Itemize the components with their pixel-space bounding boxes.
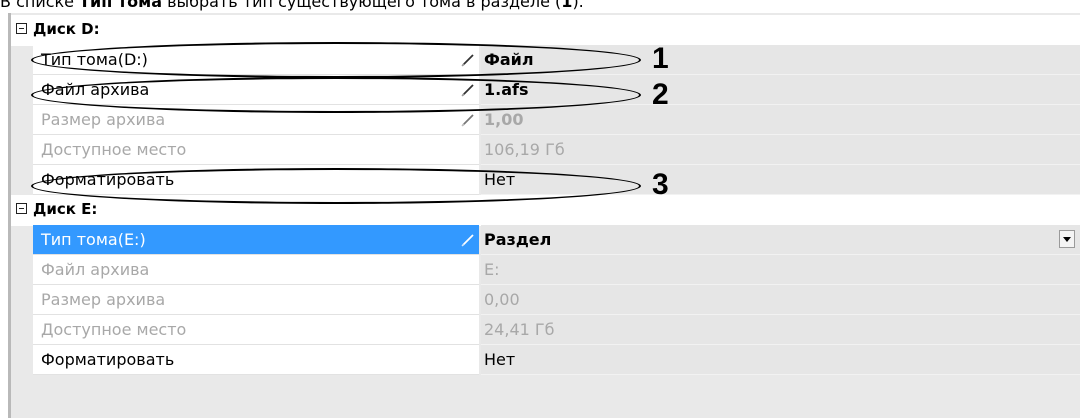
property-name-cell: Размер архива — [33, 105, 479, 135]
property-name-cell[interactable]: Файл архива — [33, 75, 479, 105]
property-name: Тип тома(E:) — [41, 230, 146, 249]
property-name: Файл архива — [41, 260, 150, 279]
property-row-archive-size-e: Размер архива 0,00 — [11, 285, 1080, 315]
property-value: Файл — [484, 50, 534, 69]
pencil-icon — [461, 114, 474, 127]
pencil-icon — [461, 54, 474, 67]
property-row-format-d[interactable]: Форматировать Нет — [11, 165, 1080, 195]
property-row-archive-size-d: Размер архива 1,00 — [11, 105, 1080, 135]
property-name: Форматировать — [41, 170, 175, 189]
property-row-format-e[interactable]: Форматировать Нет — [11, 345, 1080, 375]
property-row-free-space-e: Доступное место 24,41 Гб — [11, 315, 1080, 345]
property-name: Доступное место — [41, 140, 187, 159]
property-value: Раздел — [484, 230, 552, 249]
minus-box-icon[interactable] — [16, 203, 27, 214]
property-value: 0,00 — [484, 290, 520, 309]
property-name-cell: Размер архива — [33, 285, 479, 315]
minus-box-icon[interactable] — [16, 23, 27, 34]
property-value-cell: 24,41 Гб — [481, 315, 1080, 345]
property-row-archive-file-e: Файл архива E: — [11, 255, 1080, 285]
property-row-archive-file-d[interactable]: Файл архива 1.afs — [11, 75, 1080, 105]
property-value: 1,00 — [484, 110, 524, 129]
property-name-cell: Доступное место — [33, 315, 479, 345]
property-name: Форматировать — [41, 350, 175, 369]
category-label: Диск D: — [33, 20, 100, 38]
callout-number-3: 3 — [652, 168, 669, 201]
property-name-cell[interactable]: Тип тома(E:) — [33, 225, 479, 255]
property-value-cell: 1,00 — [481, 105, 1080, 135]
property-value-cell[interactable]: Нет — [481, 165, 1080, 195]
caption-prefix: В списке — [0, 0, 80, 11]
property-name: Тип тома(D:) — [41, 50, 148, 69]
property-value: 1.afs — [484, 80, 529, 99]
property-row-free-space-d: Доступное место 106,19 Гб — [11, 135, 1080, 165]
property-name-cell: Файл архива — [33, 255, 479, 285]
property-value: 24,41 Гб — [484, 320, 555, 339]
pencil-icon — [461, 234, 474, 247]
property-grid: Диск D: Тип тома(D:) Файл Файл архива 1.… — [8, 13, 1080, 418]
property-value-cell[interactable]: Нет — [481, 345, 1080, 375]
property-name-cell: Доступное место — [33, 135, 479, 165]
chevron-down-icon[interactable] — [1059, 230, 1075, 248]
property-value: E: — [484, 260, 500, 279]
caption-number: 1 — [561, 0, 573, 11]
property-value: Нет — [484, 170, 516, 189]
property-name-cell[interactable]: Тип тома(D:) — [33, 45, 479, 75]
property-name: Доступное место — [41, 320, 187, 339]
caption-bold-term: Тип тома — [79, 0, 162, 11]
property-name-cell[interactable]: Форматировать — [33, 345, 479, 375]
instruction-caption: В списке Тип тома выбрать тип существующ… — [0, 0, 584, 11]
property-name-cell[interactable]: Форматировать — [33, 165, 479, 195]
property-value: 106,19 Гб — [484, 140, 565, 159]
property-value-cell: E: — [481, 255, 1080, 285]
category-disk-d[interactable]: Диск D: — [11, 15, 1080, 46]
caption-end: ). — [572, 0, 584, 11]
property-name: Размер архива — [41, 110, 166, 129]
category-label: Диск E: — [33, 200, 98, 218]
property-value: Нет — [484, 350, 516, 369]
property-name: Размер архива — [41, 290, 166, 309]
callout-number-2: 2 — [652, 78, 669, 111]
property-row-volume-type-d[interactable]: Тип тома(D:) Файл — [11, 45, 1080, 75]
property-value-cell[interactable]: Раздел — [481, 225, 1080, 255]
property-value-cell[interactable]: 1.afs — [481, 75, 1080, 105]
property-value-cell: 0,00 — [481, 285, 1080, 315]
property-row-volume-type-e[interactable]: Тип тома(E:) Раздел — [11, 225, 1080, 255]
category-disk-e[interactable]: Диск E: — [11, 195, 1080, 226]
callout-number-1: 1 — [652, 42, 669, 75]
property-name: Файл архива — [41, 80, 150, 99]
caption-suffix: выбрать тип существующего тома в разделе… — [162, 0, 562, 11]
pencil-icon — [461, 84, 474, 97]
property-value-cell: 106,19 Гб — [481, 135, 1080, 165]
property-value-cell[interactable]: Файл — [481, 45, 1080, 75]
